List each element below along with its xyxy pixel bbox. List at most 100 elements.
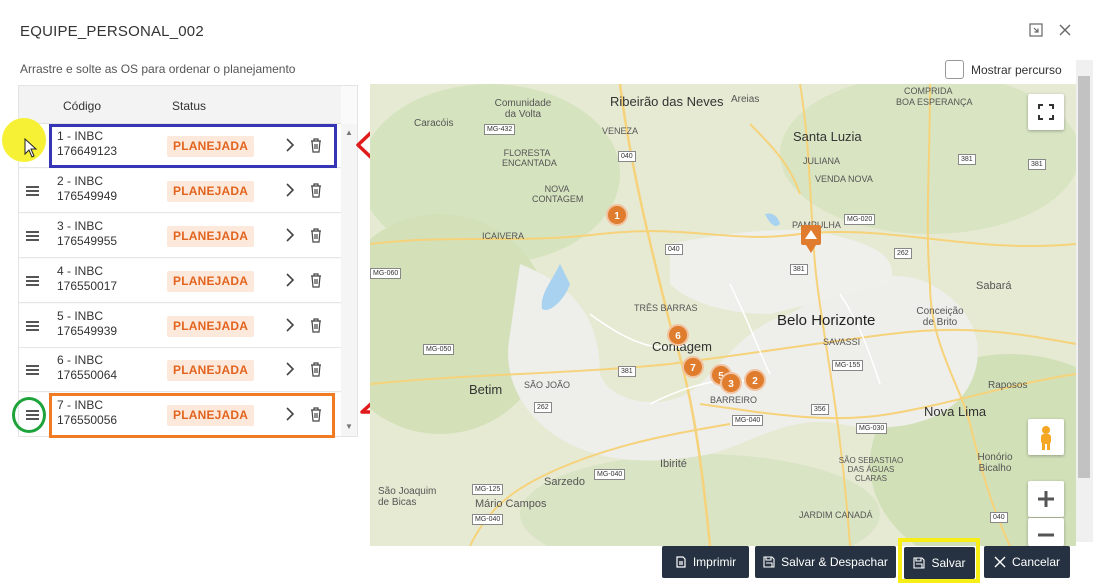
restore-window-icon[interactable] bbox=[1028, 22, 1044, 38]
map-label: FLORESTA ENCANTADA bbox=[502, 148, 557, 168]
road-tag: 040 bbox=[990, 512, 1008, 523]
print-label: Imprimir bbox=[692, 555, 737, 569]
show-route-label: Mostrar percurso bbox=[971, 63, 1062, 77]
road-tag: 381 bbox=[958, 154, 976, 165]
map-label: Ribeirão das Neves bbox=[610, 94, 724, 109]
drag-handle-highlight bbox=[12, 397, 46, 433]
base-location-icon[interactable] bbox=[800, 224, 822, 254]
trash-icon[interactable] bbox=[309, 361, 323, 377]
road-tag: 381 bbox=[1028, 159, 1046, 170]
map-label: Ibirité bbox=[660, 458, 687, 470]
fullscreen-icon bbox=[1038, 104, 1054, 120]
map-label: JARDIM CANADÁ bbox=[799, 510, 873, 520]
map-label: Nova Lima bbox=[924, 404, 987, 419]
route-marker[interactable]: 7 bbox=[682, 356, 704, 378]
save-dispatch-button[interactable]: Salvar & Despachar bbox=[755, 546, 896, 578]
status-badge: PLANEJADA bbox=[167, 316, 255, 337]
drag-handle-icon[interactable] bbox=[26, 365, 39, 375]
drag-handle-icon[interactable] bbox=[26, 231, 39, 241]
map-label: SAVASSI bbox=[823, 337, 861, 347]
road-tag: 040 bbox=[618, 151, 636, 162]
close-icon[interactable] bbox=[1057, 22, 1073, 38]
save-icon bbox=[763, 556, 775, 568]
map-label: Betim bbox=[469, 382, 503, 397]
status-badge: PLANEJADA bbox=[167, 271, 255, 292]
chevron-right-icon[interactable] bbox=[284, 182, 296, 198]
chevron-right-icon[interactable] bbox=[284, 361, 296, 377]
map-label: Santa Luzia bbox=[793, 129, 862, 144]
route-marker[interactable]: 2 bbox=[744, 369, 766, 391]
scroll-up-icon[interactable]: ▲ bbox=[345, 128, 353, 137]
list-scrollbar[interactable] bbox=[341, 124, 357, 436]
order-code: 5 - INBC 176549939 bbox=[57, 309, 118, 338]
map-label: ICAIVERA bbox=[482, 231, 525, 241]
trash-icon[interactable] bbox=[309, 182, 323, 198]
table-row[interactable]: 2 - INBC 176549949 PLANEJADA bbox=[19, 169, 341, 213]
column-code: Código bbox=[63, 99, 102, 113]
map-label: Raposos bbox=[988, 380, 1028, 391]
dialog-scroll-thumb[interactable] bbox=[1078, 76, 1090, 478]
road-tag: MG-432 bbox=[484, 124, 516, 135]
order-code: 4 - INBC 176550017 bbox=[57, 264, 118, 293]
chevron-right-icon[interactable] bbox=[284, 272, 296, 288]
zoom-in-button[interactable] bbox=[1028, 481, 1064, 517]
road-tag: 262 bbox=[894, 248, 912, 259]
chevron-right-icon[interactable] bbox=[284, 317, 296, 333]
save-dispatch-label: Salvar & Despachar bbox=[781, 555, 888, 569]
road-tag: MG-040 bbox=[472, 514, 504, 525]
trash-icon[interactable] bbox=[309, 272, 323, 288]
print-button[interactable]: Imprimir bbox=[662, 546, 749, 578]
order-code: 6 - INBC 176550064 bbox=[57, 353, 118, 382]
drag-handle-icon[interactable] bbox=[26, 186, 39, 196]
zoom-out-button[interactable] bbox=[1028, 518, 1064, 546]
pegman-icon bbox=[1041, 426, 1051, 450]
trash-icon[interactable] bbox=[309, 317, 323, 333]
highlight-box-last-row bbox=[49, 393, 335, 438]
fullscreen-button[interactable] bbox=[1028, 94, 1064, 130]
table-row[interactable]: 3 - INBC 176549955 PLANEJADA bbox=[19, 214, 341, 258]
map-label: SÃO JOÃO bbox=[524, 380, 571, 390]
map-label: TRÊS BARRAS bbox=[634, 303, 698, 313]
print-icon bbox=[676, 556, 686, 568]
map-label: BOA ESPERANÇA bbox=[896, 97, 973, 107]
column-status: Status bbox=[172, 99, 207, 113]
show-route-checkbox[interactable] bbox=[945, 60, 964, 79]
drag-handle-icon[interactable] bbox=[26, 276, 39, 286]
route-marker[interactable]: 6 bbox=[667, 324, 689, 346]
map-label: JULIANA bbox=[803, 156, 841, 166]
cancel-button[interactable]: Cancelar bbox=[984, 546, 1070, 578]
map-label: Areias bbox=[731, 94, 760, 105]
trash-icon[interactable] bbox=[309, 227, 323, 243]
route-marker[interactable]: 3 bbox=[720, 372, 742, 394]
mouse-cursor-icon bbox=[24, 138, 38, 158]
road-tag: MG-155 bbox=[832, 360, 864, 371]
chevron-right-icon[interactable] bbox=[284, 227, 296, 243]
road-tag: MG-040 bbox=[594, 469, 626, 480]
list-header: Código Status bbox=[19, 86, 341, 124]
map-label: Caracóis bbox=[414, 118, 454, 129]
map-label: SÃO SEBASTIAO DAS ÁGUAS CLARAS bbox=[838, 456, 904, 483]
road-tag: 040 bbox=[665, 244, 683, 255]
map-label: COMPRIDA bbox=[904, 86, 953, 96]
map-label: Belo Horizonte bbox=[777, 312, 876, 329]
route-map[interactable]: Ribeirão das Neves Santa Luzia Belo Hori… bbox=[370, 84, 1076, 546]
dialog-title: EQUIPE_PERSONAL_002 bbox=[20, 23, 204, 40]
map-label: BARREIRO bbox=[710, 395, 758, 405]
scroll-down-icon[interactable]: ▼ bbox=[345, 422, 353, 431]
order-code: 2 - INBC 176549949 bbox=[57, 174, 118, 203]
highlight-box-first-row bbox=[49, 124, 337, 168]
table-row[interactable]: 4 - INBC 176550017 PLANEJADA bbox=[19, 259, 341, 303]
road-tag: 262 bbox=[534, 402, 552, 413]
street-view-button[interactable] bbox=[1028, 419, 1064, 455]
table-row[interactable]: 6 - INBC 176550064 PLANEJADA bbox=[19, 348, 341, 392]
save-button-highlight bbox=[898, 538, 980, 583]
table-row[interactable]: 5 - INBC 176549939 PLANEJADA bbox=[19, 304, 341, 348]
map-label: Comunidade da Volta bbox=[494, 98, 552, 120]
map-label: NOVA CONTAGEM bbox=[532, 184, 584, 204]
route-marker[interactable]: 1 bbox=[606, 204, 628, 226]
map-label: Conceição de Brito bbox=[916, 306, 964, 328]
drag-handle-icon[interactable] bbox=[26, 321, 39, 331]
map-label: Mário Campos bbox=[475, 498, 547, 510]
road-tag: 381 bbox=[790, 264, 808, 275]
road-tag: MG-050 bbox=[423, 344, 455, 355]
